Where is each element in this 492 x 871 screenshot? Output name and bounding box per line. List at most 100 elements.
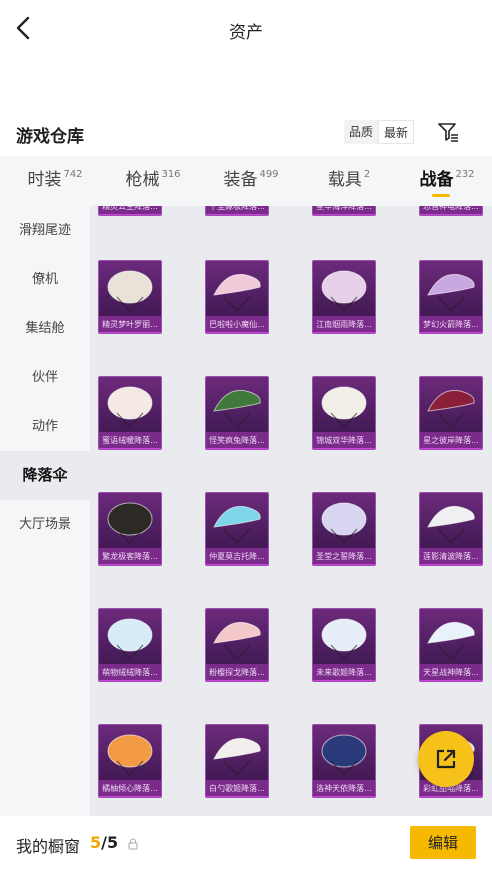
tab-1[interactable]: 枪械 316: [104, 156, 202, 206]
item-card[interactable]: 白勺歌姬降落...: [205, 724, 269, 798]
item-name: 繁龙极客降落...: [99, 548, 161, 565]
rarity-bar: [313, 214, 375, 215]
parachute-image: [213, 389, 261, 428]
rarity-bar: [206, 214, 268, 215]
rarity-bar: [420, 680, 482, 681]
rarity-bar: [420, 214, 482, 215]
page-title: 资产: [229, 23, 263, 43]
parachute-image: [427, 621, 475, 660]
rarity-bar: [99, 680, 161, 681]
sort-option-latest[interactable]: 最新: [378, 120, 415, 144]
item-card[interactable]: 星之彼岸降落...: [419, 376, 483, 450]
item-name: 圣堂之誓降落...: [313, 548, 375, 565]
rarity-bar: [206, 448, 268, 449]
rarity-bar: [420, 448, 482, 449]
rarity-bar: [313, 796, 375, 797]
sidebar-item[interactable]: 降落伞: [0, 451, 90, 500]
warehouse-title: 游戏仓库: [16, 127, 84, 147]
rarity-bar: [206, 564, 268, 565]
parachute-image: [107, 734, 153, 776]
item-card[interactable]: 未来歌姬降落...: [312, 608, 376, 682]
item-card[interactable]: 橘柚倾心降落...: [98, 724, 162, 798]
rarity-bar: [206, 332, 268, 333]
item-card[interactable]: 繁龙极客降落...: [98, 492, 162, 566]
item-card[interactable]: 恐音神电降落...: [419, 206, 483, 216]
parachute-image: [427, 389, 475, 428]
item-name: 蜜语绒暖降落...: [99, 432, 161, 449]
active-tab-underline: [432, 194, 450, 197]
parachute-image: [107, 502, 153, 544]
sort-option-quality[interactable]: 品质: [344, 120, 378, 144]
showcase-max: 5: [106, 833, 119, 852]
rarity-bar: [99, 332, 161, 333]
sidebar-item[interactable]: 滑翔尾迹: [0, 206, 90, 255]
sidebar-item[interactable]: 动作: [0, 402, 90, 451]
parachute-image: [213, 273, 261, 312]
item-name: 怪笑疯兔降落...: [206, 432, 268, 449]
tab-3[interactable]: 载具 2: [300, 156, 398, 206]
external-link-icon: [436, 749, 456, 769]
item-card[interactable]: 江南烟雨降落...: [312, 260, 376, 334]
tab-count: 232: [455, 169, 475, 180]
rarity-bar: [206, 796, 268, 797]
share-button[interactable]: [418, 731, 474, 787]
item-card[interactable]: 粉樱探戈降落...: [205, 608, 269, 682]
showcase-count: 5/5: [90, 833, 118, 852]
tab-count: 2: [363, 169, 371, 180]
rarity-bar: [313, 680, 375, 681]
lock-icon: [128, 838, 138, 850]
parachute-image: [321, 270, 367, 312]
item-card[interactable]: 蜜语绒暖降落...: [98, 376, 162, 450]
rarity-bar: [99, 214, 161, 215]
rarity-bar: [313, 564, 375, 565]
item-name: 梦幻火箭降落...: [420, 316, 482, 333]
item-name: 莲影清波降落...: [420, 548, 482, 565]
category-tabs: 时装 742 枪械 316 装备 499 载具 2 战备 232: [0, 156, 492, 206]
item-card[interactable]: 梦幻火箭降落...: [419, 260, 483, 334]
sidebar-item[interactable]: 集结舱: [0, 304, 90, 353]
rarity-bar: [313, 332, 375, 333]
item-name: 橘柚倾心降落...: [99, 780, 161, 797]
showcase-current: 5: [90, 833, 102, 852]
item-name: 天星战神降落...: [420, 664, 482, 681]
item-card[interactable]: 萌物绒绒降落...: [98, 608, 162, 682]
filter-icon[interactable]: [436, 120, 460, 144]
parachute-image: [213, 621, 261, 660]
item-card[interactable]: 星华海洋降落...: [312, 206, 376, 216]
tab-label: 枪械: [125, 170, 160, 190]
parachute-image: [321, 734, 367, 776]
item-card[interactable]: 怪笑疯兔降落...: [205, 376, 269, 450]
item-card[interactable]: 精灵公主降落...: [98, 206, 162, 216]
edit-button[interactable]: 编辑: [410, 826, 476, 859]
sidebar-item[interactable]: 僚机: [0, 255, 90, 304]
tab-0[interactable]: 时装 742: [6, 156, 104, 206]
sidebar-item[interactable]: 大厅场景: [0, 500, 90, 549]
item-name: 粉樱探戈降落...: [206, 664, 268, 681]
item-card[interactable]: 天星战神降落...: [419, 608, 483, 682]
item-card[interactable]: 巴啦啦小魔仙...: [205, 260, 269, 334]
item-card[interactable]: 锦城双华降落...: [312, 376, 376, 450]
item-card[interactable]: 仲夏莫吉托降...: [205, 492, 269, 566]
tab-4[interactable]: 战备 232: [398, 156, 492, 206]
showcase-label: 我的橱窗: [16, 837, 81, 856]
item-card[interactable]: 圣堂之誓降落...: [312, 492, 376, 566]
parachute-image: [213, 737, 261, 776]
rarity-bar: [420, 796, 482, 797]
item-card[interactable]: 精灵梦叶罗丽...: [98, 260, 162, 334]
parachute-image: [321, 386, 367, 428]
parachute-image: [107, 270, 153, 312]
item-card[interactable]: 洛神天依降落...: [312, 724, 376, 798]
rarity-bar: [313, 448, 375, 449]
item-card[interactable]: 千里嫁妆降落...: [205, 206, 269, 216]
tab-2[interactable]: 装备 499: [202, 156, 300, 206]
item-name: 仲夏莫吉托降...: [206, 548, 268, 565]
sidebar-item[interactable]: 伙伴: [0, 353, 90, 402]
item-name: 洛神天依降落...: [313, 780, 375, 797]
rarity-bar: [206, 680, 268, 681]
tab-count: 499: [259, 169, 279, 180]
top-bar: 资产: [0, 0, 492, 58]
item-card[interactable]: 莲影清波降落...: [419, 492, 483, 566]
parachute-image: [427, 273, 475, 312]
parachute-image: [427, 505, 475, 544]
parachute-image: [107, 618, 153, 660]
